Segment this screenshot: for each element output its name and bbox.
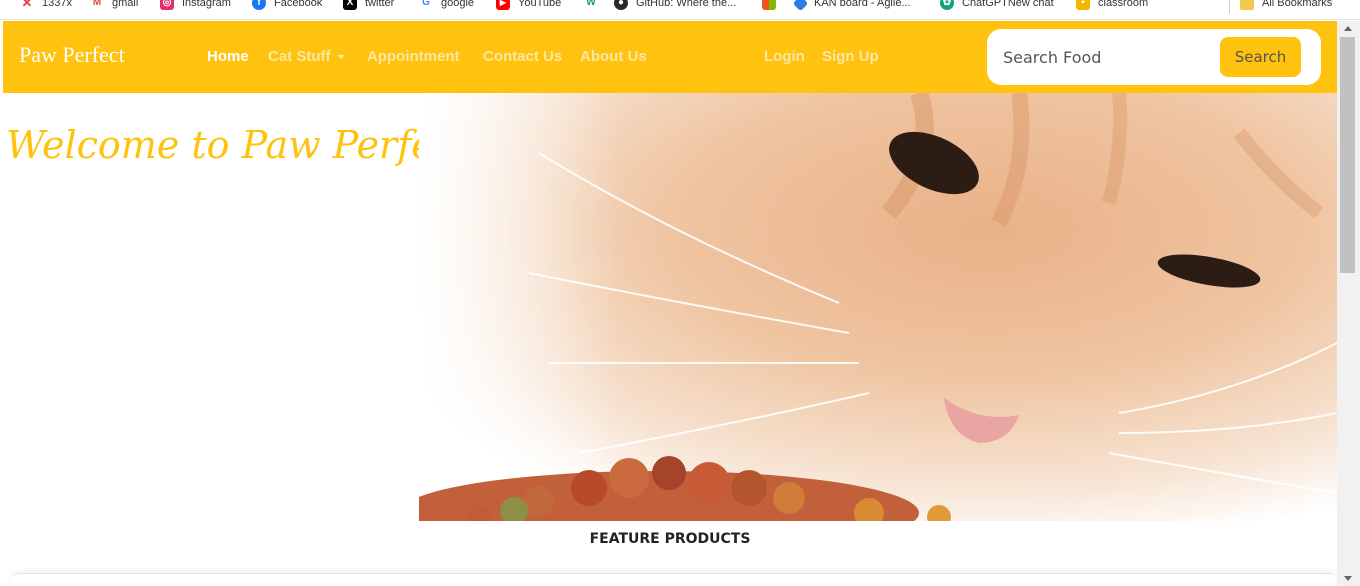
chatgpt-icon: ✿	[940, 0, 954, 10]
windows-icon	[762, 0, 776, 10]
nav-appointment[interactable]: Appointment	[367, 48, 459, 65]
navbar: Paw Perfect Home Cat Stuff Appointment C…	[3, 21, 1337, 93]
product-card-container	[11, 573, 1337, 586]
bookmark-google[interactable]: G google	[419, 0, 474, 12]
brand-logo[interactable]: Paw Perfect	[19, 42, 125, 68]
cat-eating-photo	[419, 93, 1337, 521]
kan-board-icon	[792, 0, 809, 11]
bookmark-all-bookmarks[interactable]: All Bookmarks	[1240, 0, 1332, 12]
page-viewport: Paw Perfect Home Cat Stuff Appointment C…	[3, 21, 1337, 586]
folder-icon	[1240, 0, 1254, 10]
scrollbar[interactable]	[1337, 21, 1360, 586]
bookmarks-bar: ✕ 1337x M gmail ◎ Instagram f Facebook X…	[0, 0, 1360, 20]
nav-about-us[interactable]: About Us	[580, 48, 647, 65]
hero-title: Welcome to Paw Perfect	[6, 123, 471, 167]
x-icon: X	[343, 0, 357, 10]
chevron-down-icon	[336, 55, 345, 60]
x-red-icon: ✕	[21, 0, 33, 10]
nav-cat-stuff-dropdown[interactable]: Cat Stuff	[268, 48, 345, 65]
bookmark-gmail[interactable]: M gmail	[90, 0, 138, 12]
google-icon: G	[422, 0, 430, 8]
bookmark-separator	[1229, 0, 1230, 14]
bookmark-instagram[interactable]: ◎ Instagram	[160, 0, 231, 12]
search-input[interactable]	[1003, 43, 1213, 71]
bookmark-facebook[interactable]: f Facebook	[252, 0, 322, 12]
scroll-up-arrow-icon[interactable]	[1344, 26, 1352, 31]
instagram-icon: ◎	[160, 0, 174, 10]
nav-sign-up[interactable]: Sign Up	[822, 48, 879, 65]
bookmark-windows[interactable]	[762, 0, 776, 12]
search-form: Search	[987, 29, 1321, 85]
gmail-icon: M	[92, 0, 102, 8]
scroll-thumb[interactable]	[1340, 37, 1355, 273]
w-green-icon: W	[586, 0, 596, 8]
search-button[interactable]: Search	[1220, 37, 1301, 77]
hero-banner: Welcome to Paw Perfect	[3, 93, 1337, 521]
bookmark-w[interactable]: W	[584, 0, 598, 12]
nav-cat-stuff-label: Cat Stuff	[268, 48, 331, 65]
scroll-down-arrow-icon[interactable]	[1344, 576, 1352, 581]
nav-login[interactable]: Login	[764, 48, 805, 65]
bookmark-chatgpt[interactable]: ✿ ChatGPTNew chat	[940, 0, 1054, 12]
facebook-icon: f	[252, 0, 266, 10]
nav-contact-us[interactable]: Contact Us	[483, 48, 562, 65]
bookmark-1337x[interactable]: ✕ 1337x	[20, 0, 72, 12]
bookmark-twitter[interactable]: X twitter	[343, 0, 394, 12]
classroom-icon: ▪	[1076, 0, 1090, 10]
bookmark-kan-board[interactable]: KAN board - Agile...	[792, 0, 911, 12]
bookmark-youtube[interactable]: ▶ YouTube	[496, 0, 561, 12]
bookmark-github[interactable]: ● GitHub: Where the...	[614, 0, 736, 12]
feature-products-heading: FEATURE PRODUCTS	[589, 531, 751, 547]
youtube-icon: ▶	[496, 0, 510, 10]
github-icon: ●	[614, 0, 628, 10]
nav-home[interactable]: Home	[207, 48, 249, 65]
bookmark-classroom[interactable]: ▪ classroom	[1076, 0, 1148, 12]
